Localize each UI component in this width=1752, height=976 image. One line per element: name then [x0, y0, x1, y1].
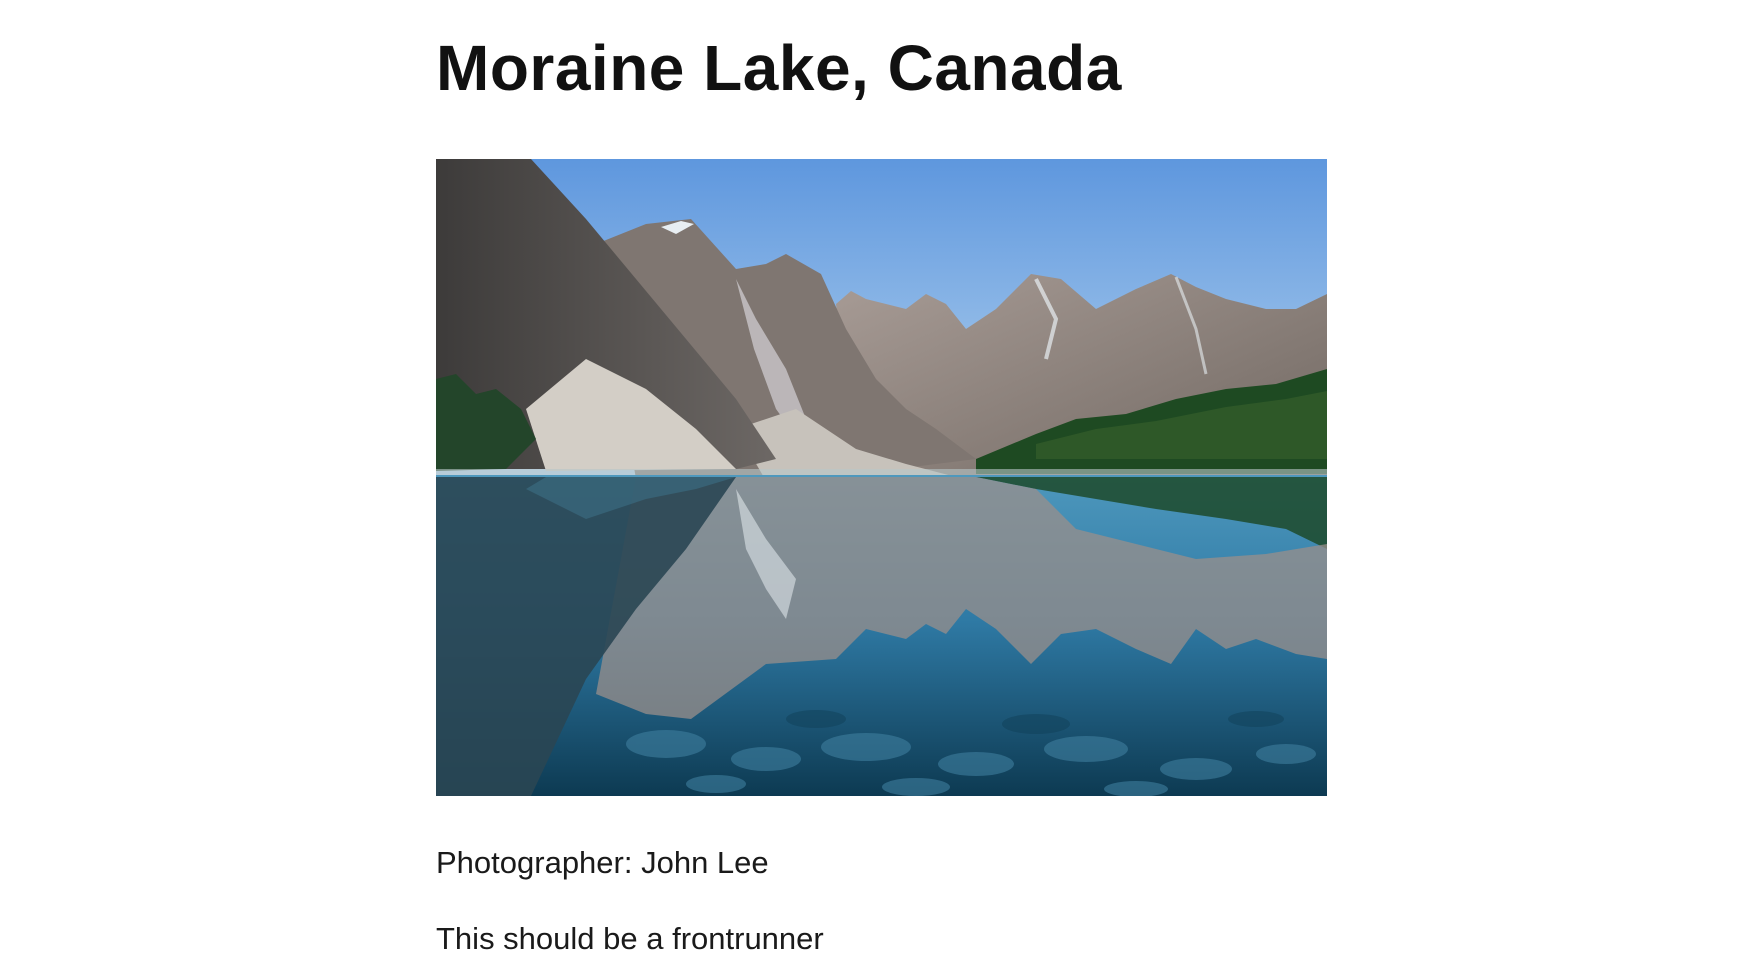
landscape-photo — [436, 159, 1327, 796]
page-title: Moraine Lake, Canada — [436, 32, 1122, 104]
photographer-credit: Photographer: John Lee — [436, 845, 769, 880]
entry-comment: This should be a frontrunner — [436, 921, 824, 956]
lake-illustration — [436, 159, 1327, 796]
